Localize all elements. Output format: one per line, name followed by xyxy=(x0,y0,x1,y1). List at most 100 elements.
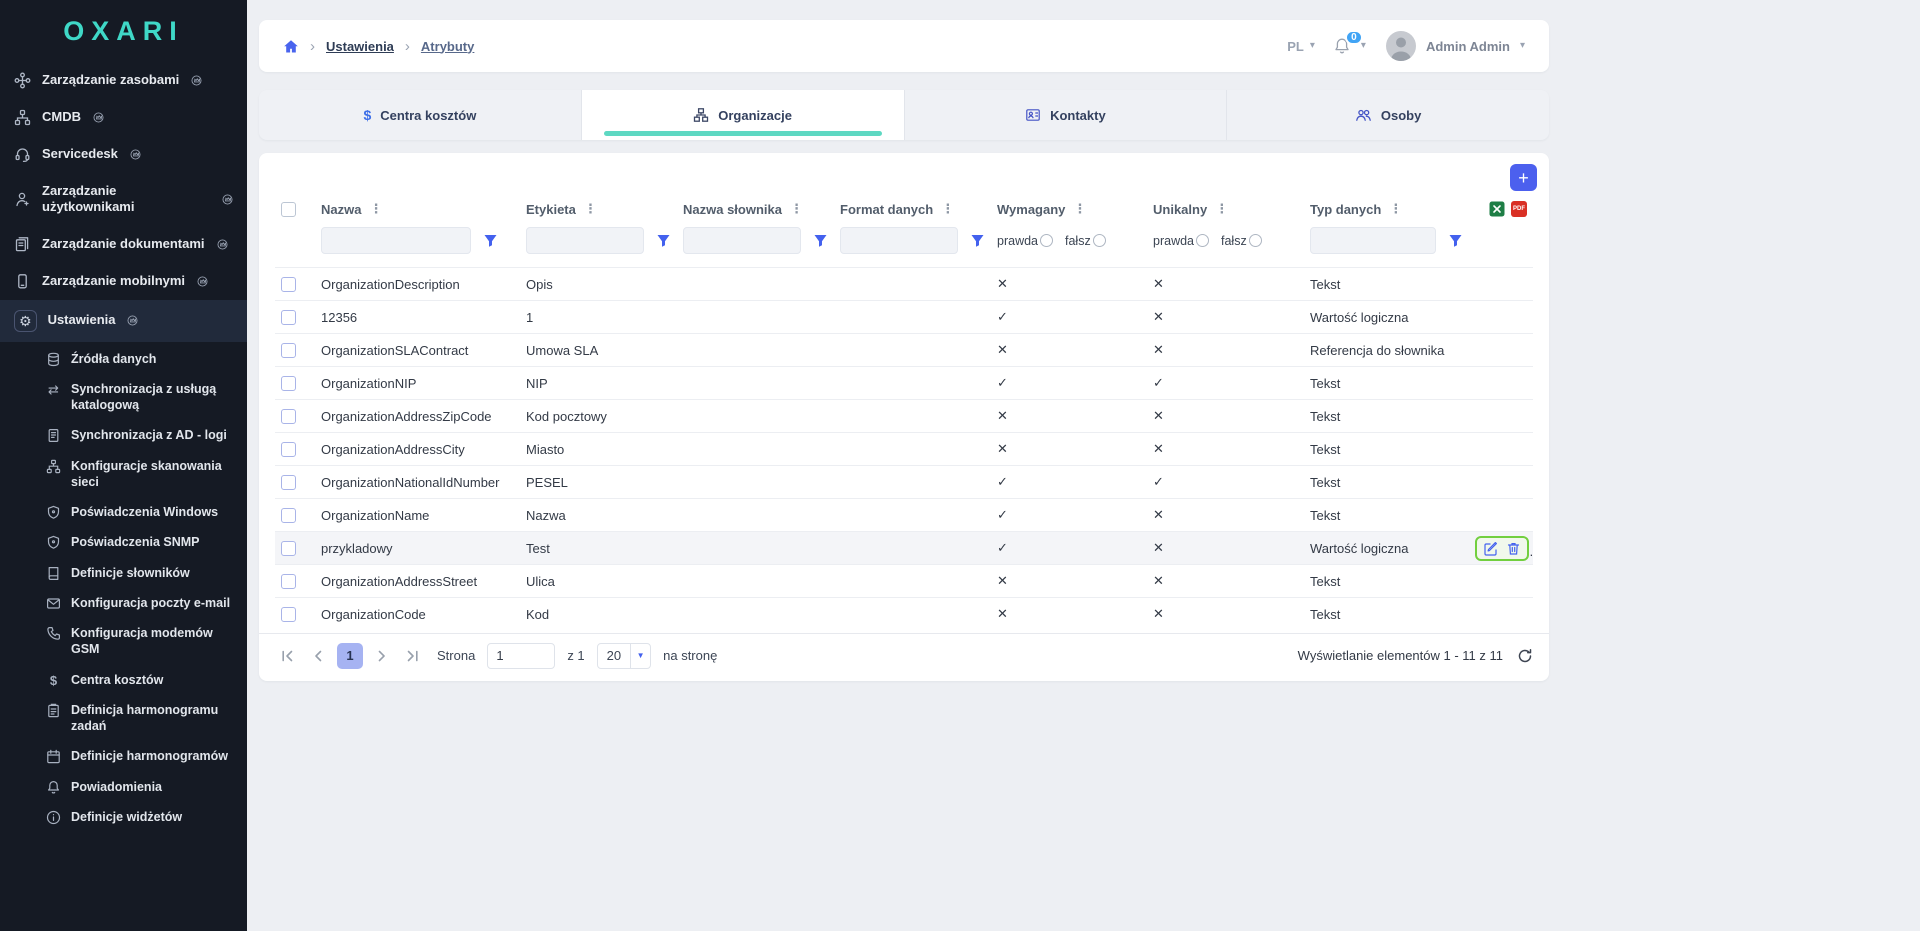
notifications-button[interactable]: 0 xyxy=(1333,37,1351,55)
column-header-format-danych[interactable]: Format danych⋮ xyxy=(834,195,991,223)
filter-radio-wymagany-prawda[interactable]: prawda xyxy=(997,234,1053,248)
radio-input[interactable] xyxy=(1040,234,1053,247)
sidebar-subitem-definicje-widzetow[interactable]: Definicje widżetów xyxy=(0,802,247,832)
sidebar-subitem-konfiguracja-modemow[interactable]: Konfiguracja modemów GSM xyxy=(0,618,247,665)
page-size-select[interactable]: 20 ▼ xyxy=(597,643,651,669)
filter-funnel-icon[interactable] xyxy=(483,233,498,248)
sidebar-subitem-poswiadczenia-snmp[interactable]: Poświadczenia SNMP xyxy=(0,527,247,557)
column-menu-icon[interactable]: ⋮ xyxy=(941,201,954,217)
filter-radio-unikalny-falsz[interactable]: fałsz xyxy=(1221,234,1262,248)
tab-centra-kosztow[interactable]: $ Centra kosztów xyxy=(259,90,582,140)
refresh-icon[interactable] xyxy=(1517,648,1533,664)
filter-funnel-icon[interactable] xyxy=(813,233,828,248)
column-menu-icon[interactable]: ⋮ xyxy=(1215,201,1228,217)
avatar[interactable] xyxy=(1386,31,1416,61)
row-checkbox[interactable] xyxy=(281,475,296,490)
filter-funnel-icon[interactable] xyxy=(970,233,985,248)
filter-input-nazwa-slownika[interactable] xyxy=(683,227,801,254)
row-checkbox[interactable] xyxy=(281,541,296,556)
row-checkbox[interactable] xyxy=(281,607,296,622)
column-header-unikalny[interactable]: Unikalny⋮ xyxy=(1147,195,1304,223)
sidebar-subitem-synchronizacja-ad-logi[interactable]: Synchronizacja z AD - logi xyxy=(0,420,247,450)
table-row[interactable]: OrganizationName Nazwa ✓ ✕ Tekst xyxy=(275,499,1533,532)
column-menu-icon[interactable]: ⋮ xyxy=(1389,201,1402,217)
column-menu-icon[interactable]: ⋮ xyxy=(584,201,597,217)
page-input[interactable] xyxy=(487,643,555,669)
table-row-hovered[interactable]: przykladowy Test ✓ ✕ Wartość logiczna xyxy=(275,532,1533,565)
row-checkbox[interactable] xyxy=(281,277,296,292)
sidebar-item-zarzadzanie-dokumentami[interactable]: Zarządzanie dokumentami xyxy=(0,226,247,263)
sidebar-subitem-synchronizacja-katalogowa[interactable]: ⇄ Synchronizacja z usługą katalogową xyxy=(0,374,247,421)
column-header-etykieta[interactable]: Etykieta⋮ xyxy=(520,195,677,223)
sidebar-subitem-definicje-harmonogramow[interactable]: Definicje harmonogramów xyxy=(0,741,247,771)
filter-input-format-danych[interactable] xyxy=(840,227,958,254)
radio-input[interactable] xyxy=(1249,234,1262,247)
filter-radio-wymagany-falsz[interactable]: fałsz xyxy=(1065,234,1106,248)
radio-input[interactable] xyxy=(1196,234,1209,247)
table-row[interactable]: OrganizationDescription Opis ✕ ✕ Tekst xyxy=(275,268,1533,301)
caret-down-icon[interactable]: ▾ xyxy=(1361,41,1366,51)
add-attribute-button[interactable]: + xyxy=(1510,164,1537,191)
next-page-button[interactable] xyxy=(370,644,394,668)
filter-input-typ-danych[interactable] xyxy=(1310,227,1436,254)
sidebar-item-servicedesk[interactable]: Servicedesk xyxy=(0,136,247,173)
first-page-button[interactable] xyxy=(275,644,299,668)
filter-input-etykieta[interactable] xyxy=(526,227,644,254)
breadcrumb-link-ustawienia[interactable]: Ustawienia xyxy=(326,39,394,54)
row-checkbox[interactable] xyxy=(281,574,296,589)
row-checkbox[interactable] xyxy=(281,409,296,424)
sidebar-subitem-definicje-slownikow[interactable]: Definicje słowników xyxy=(0,558,247,588)
pdf-export-icon[interactable]: PDF xyxy=(1511,201,1527,217)
sidebar-subitem-konfiguracje-skanowania[interactable]: Konfiguracje skanowania sieci xyxy=(0,451,247,498)
sidebar-subitem-zrodla-danych[interactable]: Źródła danych xyxy=(0,344,247,374)
sidebar-subitem-konfiguracja-poczty[interactable]: Konfiguracja poczty e-mail xyxy=(0,588,247,618)
column-menu-icon[interactable]: ⋮ xyxy=(1073,201,1086,217)
filter-funnel-icon[interactable] xyxy=(656,233,671,248)
last-page-button[interactable] xyxy=(401,644,425,668)
column-header-typ-danych[interactable]: Typ danych⋮ xyxy=(1304,195,1469,223)
column-menu-icon[interactable]: ⋮ xyxy=(369,201,382,217)
row-checkbox[interactable] xyxy=(281,310,296,325)
table-row[interactable]: OrganizationSLAContract Umowa SLA ✕ ✕ Re… xyxy=(275,334,1533,367)
filter-radio-unikalny-prawda[interactable]: prawda xyxy=(1153,234,1209,248)
row-checkbox[interactable] xyxy=(281,343,296,358)
row-checkbox[interactable] xyxy=(281,376,296,391)
table-row[interactable]: OrganizationAddressStreet Ulica ✕ ✕ Teks… xyxy=(275,565,1533,598)
table-row[interactable]: OrganizationNIP NIP ✓ ✓ Tekst xyxy=(275,367,1533,400)
tab-kontakty[interactable]: Kontakty xyxy=(905,90,1228,140)
edit-button[interactable] xyxy=(1482,540,1499,557)
home-icon[interactable] xyxy=(283,39,299,54)
row-checkbox[interactable] xyxy=(281,508,296,523)
language-selector[interactable]: PL ▾ xyxy=(1287,39,1315,54)
delete-button[interactable] xyxy=(1505,540,1522,557)
caret-down-icon[interactable]: ▾ xyxy=(1520,41,1525,51)
tab-organizacje[interactable]: Organizacje xyxy=(582,90,905,140)
table-row[interactable]: 12356 1 ✓ ✕ Wartość logiczna xyxy=(275,301,1533,334)
table-row[interactable]: OrganizationNationalIdNumber PESEL ✓ ✓ T… xyxy=(275,466,1533,499)
tab-osoby[interactable]: Osoby xyxy=(1227,90,1549,140)
sidebar-subitem-definicja-harmonogramu-zadan[interactable]: Definicja harmonogramu zadań xyxy=(0,695,247,742)
prev-page-button[interactable] xyxy=(306,644,330,668)
table-row[interactable]: OrganizationCode Kod ✕ ✕ Tekst xyxy=(275,598,1533,631)
sidebar-subitem-poswiadczenia-windows[interactable]: Poświadczenia Windows xyxy=(0,497,247,527)
column-header-wymagany[interactable]: Wymagany⋮ xyxy=(991,195,1147,223)
table-row[interactable]: OrganizationAddressZipCode Kod pocztowy … xyxy=(275,400,1533,433)
sidebar-subitem-powiadomienia[interactable]: Powiadomienia xyxy=(0,772,247,802)
sidebar-subitem-centra-kosztow[interactable]: $ Centra kosztów xyxy=(0,665,247,695)
sidebar-item-zarzadzanie-mobilnymi[interactable]: Zarządzanie mobilnymi xyxy=(0,263,247,300)
page-number-button[interactable]: 1 xyxy=(337,643,363,669)
radio-input[interactable] xyxy=(1093,234,1106,247)
sidebar-item-zarzadzanie-uzytkownikami[interactable]: Zarządzanie użytkownikami xyxy=(0,173,247,226)
column-header-nazwa[interactable]: Nazwa⋮ xyxy=(315,195,520,223)
row-checkbox[interactable] xyxy=(281,442,296,457)
breadcrumb-link-atrybuty[interactable]: Atrybuty xyxy=(421,39,474,54)
column-header-nazwa-slownika[interactable]: Nazwa słownika⋮ xyxy=(677,195,834,223)
table-row[interactable]: OrganizationAddressCity Miasto ✕ ✕ Tekst xyxy=(275,433,1533,466)
sidebar-item-zarzadzanie-zasobami[interactable]: Zarządzanie zasobami xyxy=(0,62,247,99)
excel-export-icon[interactable] xyxy=(1489,201,1505,217)
column-menu-icon[interactable]: ⋮ xyxy=(790,201,803,217)
filter-input-nazwa[interactable] xyxy=(321,227,471,254)
select-all-checkbox[interactable] xyxy=(281,202,296,217)
sidebar-item-ustawienia[interactable]: ⚙ Ustawienia xyxy=(0,300,247,342)
sidebar-item-cmdb[interactable]: CMDB xyxy=(0,99,247,136)
